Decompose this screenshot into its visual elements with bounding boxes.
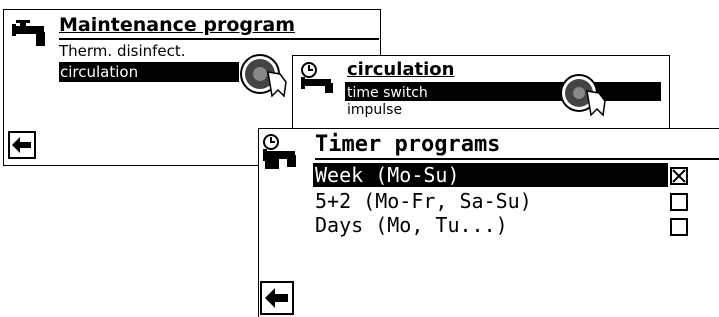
menu-item-label: circulation	[60, 63, 139, 81]
rotary-knob-icon	[560, 74, 606, 117]
menu-item-circulation[interactable]: circulation	[59, 62, 239, 82]
page-title: Timer programs	[315, 132, 501, 157]
faucet-icon	[12, 20, 45, 46]
menu-item-5plus2[interactable]: 5+2 (Mo-Fr, Sa-Su)	[315, 189, 532, 213]
page-title: Maintenance program	[59, 14, 295, 36]
checkbox-5plus2[interactable]	[670, 193, 688, 211]
back-arrow-icon	[12, 137, 31, 153]
menu-item-days[interactable]: Days (Mo, Tu...)	[315, 213, 508, 237]
title-underline	[59, 38, 379, 40]
menu-item-impulse[interactable]: impulse	[347, 102, 402, 118]
checkbox-days[interactable]	[670, 218, 688, 236]
page-title: circulation	[347, 59, 455, 80]
back-button[interactable]	[260, 281, 294, 315]
checkbox-week[interactable]	[670, 167, 688, 185]
title-underline	[315, 158, 719, 160]
menu-item-therm-disinfect[interactable]: Therm. disinfect.	[59, 42, 186, 60]
menu-item-week[interactable]: Week (Mo-Su)	[313, 163, 668, 187]
menu-item-time-switch[interactable]: time switch	[345, 82, 661, 101]
menu-item-label: time switch	[347, 85, 428, 101]
back-arrow-icon	[265, 288, 288, 308]
clock-faucet-icon	[301, 62, 333, 93]
timer-programs-screen: Timer programs Week (Mo-Su) 5+2 (Mo-Fr, …	[258, 128, 719, 317]
back-button[interactable]	[8, 131, 36, 159]
check-x-icon	[672, 169, 686, 183]
rotary-knob-icon	[240, 54, 287, 98]
menu-item-label: Week (Mo-Su)	[315, 163, 460, 187]
clock-faucet-icon	[263, 134, 296, 169]
